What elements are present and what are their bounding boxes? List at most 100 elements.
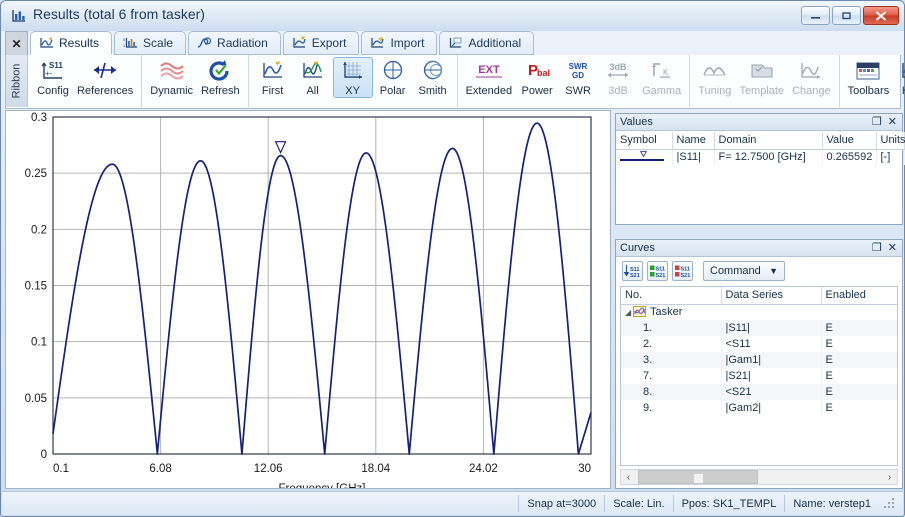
resize-grip[interactable] bbox=[883, 497, 897, 511]
expander-icon[interactable]: ◢ bbox=[625, 308, 633, 317]
table-row[interactable]: |S11| F= 12.7500 [GHz] 0.265592 [-] bbox=[616, 149, 905, 165]
svg-text:3dB: 3dB bbox=[610, 62, 628, 72]
curves-table-container[interactable]: No. Data Series Enabled ◢ Tasker 1. |S11| E 2… bbox=[620, 286, 898, 466]
curve-line-swatch bbox=[616, 149, 673, 165]
svg-text:EXT: EXT bbox=[478, 64, 500, 76]
table-row[interactable]: 7. |S21| E bbox=[621, 368, 897, 384]
results-chart-icon bbox=[39, 36, 54, 50]
scroll-track[interactable] bbox=[636, 470, 882, 484]
float-icon[interactable]: ❐ bbox=[872, 116, 882, 128]
values-panel-title-bar: Values ❐ ✕ bbox=[616, 114, 902, 131]
ribbon-group-plot-type: First All XY Polar Smith bbox=[249, 55, 458, 107]
svg-text:1: 1 bbox=[123, 43, 126, 48]
ribbon-button-polar[interactable]: Polar bbox=[373, 57, 413, 97]
curves-cell-no: 2. bbox=[621, 336, 722, 352]
ribbon-button-refresh[interactable]: Refresh bbox=[197, 57, 244, 97]
command-dropdown[interactable]: Command ▼ bbox=[703, 261, 785, 281]
ribbon-group-help: Toolbars ? Help bbox=[840, 55, 905, 107]
tab-export[interactable]: Export bbox=[282, 31, 360, 55]
svg-text:SWR: SWR bbox=[569, 62, 588, 71]
ribbon-button-config[interactable]: S11 +- Config bbox=[33, 57, 73, 97]
scroll-thumb[interactable] bbox=[638, 470, 758, 484]
curves-cell-series: |S21| bbox=[721, 368, 822, 384]
radiation-icon bbox=[197, 36, 212, 50]
tab-import[interactable]: Import bbox=[361, 31, 438, 55]
s11-s21-down-icon[interactable]: S11 S21 bbox=[622, 261, 643, 281]
svg-text:bal: bal bbox=[537, 68, 550, 78]
marker-triangle-shape[interactable] bbox=[274, 141, 287, 154]
ribbon-button-gamma[interactable]: K Gamma bbox=[638, 57, 685, 97]
tab-close-button[interactable]: ✕ bbox=[5, 31, 28, 55]
ribbon-button-first[interactable]: First bbox=[253, 57, 293, 97]
curves-cell-enabled: E bbox=[821, 384, 897, 400]
ribbon-tabs: Results 0 1 Scale Radiation Export Impor… bbox=[30, 31, 536, 55]
ribbon-button-toolbars[interactable]: Toolbars bbox=[844, 57, 894, 97]
first-curve-icon bbox=[261, 58, 285, 84]
chart-panel[interactable]: 0 0.05 0.1 0.15 0.2 0.25 0.3 0.1 6.08 12.06 18.04… bbox=[5, 110, 611, 489]
ribbon-button-extended[interactable]: EXT Extended bbox=[462, 57, 516, 97]
svg-text:K: K bbox=[663, 68, 669, 77]
tab-scale[interactable]: 0 1 Scale bbox=[114, 31, 187, 55]
ribbon-button-dynamic[interactable]: Dynamic bbox=[146, 57, 197, 97]
ribbon-button-label: First bbox=[261, 85, 284, 97]
status-ppos: Ppos: SK1_TEMPL bbox=[672, 495, 785, 512]
close-icon[interactable]: ✕ bbox=[888, 242, 897, 254]
ribbon-button-label: SWR bbox=[565, 85, 591, 97]
ribbon-button-swr[interactable]: SWR GD SWR bbox=[558, 57, 598, 97]
3db-icon: 3dB bbox=[603, 58, 633, 84]
scroll-right-arrow[interactable]: › bbox=[882, 472, 897, 483]
ribbon-button-template[interactable]: Template bbox=[735, 57, 788, 97]
ribbon-collapse-label[interactable]: Ribbon bbox=[6, 55, 28, 107]
ribbon-button-label: Refresh bbox=[201, 85, 240, 97]
tab-results[interactable]: Results bbox=[30, 31, 113, 55]
table-row[interactable]: 8. <S21 E bbox=[621, 384, 897, 400]
ribbon-button-change[interactable]: Change bbox=[788, 57, 835, 97]
scroll-left-arrow[interactable]: ‹ bbox=[621, 472, 636, 483]
ribbon-button-power[interactable]: P bal Power bbox=[516, 57, 558, 97]
curves-cell-series: <S11 bbox=[721, 336, 822, 352]
svg-text:S21: S21 bbox=[656, 272, 666, 278]
y-tick-label: 0 bbox=[41, 449, 47, 461]
curves-group-row[interactable]: ◢ Tasker bbox=[621, 304, 897, 320]
table-row[interactable]: 1. |S11| E bbox=[621, 320, 897, 336]
curves-cell-no: 8. bbox=[621, 384, 722, 400]
tab-additional[interactable]: Additional bbox=[439, 31, 535, 55]
values-col-value: Value bbox=[822, 132, 877, 150]
ribbon-button-label: Smith bbox=[418, 85, 447, 97]
ribbon-button-smith[interactable]: Smith bbox=[413, 57, 453, 97]
export-chart-icon bbox=[292, 36, 307, 50]
close-icon[interactable]: ✕ bbox=[888, 116, 897, 128]
swr-gd-icon: SWR GD bbox=[563, 58, 593, 84]
table-row[interactable]: 2. <S11 E bbox=[621, 336, 897, 352]
float-icon[interactable]: ❐ bbox=[872, 242, 882, 254]
tab-label: Additional bbox=[468, 36, 522, 50]
ribbon-button-3db[interactable]: 3dB 3dB bbox=[598, 57, 638, 97]
tab-radiation[interactable]: Radiation bbox=[188, 31, 281, 55]
curves-panel-tools: ❐ ✕ bbox=[872, 242, 902, 254]
minimize-button[interactable] bbox=[801, 6, 830, 25]
curves-horizontal-scrollbar[interactable]: ‹ › bbox=[620, 469, 898, 485]
xy-plot[interactable]: 0 0.05 0.1 0.15 0.2 0.25 0.3 0.1 6.08 12.06 18.04… bbox=[6, 111, 610, 488]
chevron-down-icon: ▼ bbox=[769, 266, 778, 276]
results-window: Results (total 6 from tasker) ✕ Results … bbox=[0, 0, 905, 517]
window-title: Results (total 6 from tasker) bbox=[33, 6, 205, 22]
close-button[interactable] bbox=[863, 6, 899, 25]
tab-label: Radiation bbox=[217, 36, 268, 50]
curves-table: No. Data Series Enabled ◢ Tasker 1. |S11| E 2… bbox=[621, 287, 897, 416]
ribbon-button-tuning[interactable]: Tuning bbox=[694, 57, 735, 97]
y-tick-label: 0.05 bbox=[25, 393, 47, 405]
table-row[interactable]: 3. |Gam1| E bbox=[621, 352, 897, 368]
ribbon-button-all[interactable]: All bbox=[293, 57, 333, 97]
ribbon-button-help[interactable]: ? Help bbox=[893, 57, 905, 97]
s11-s21-disable-icon[interactable]: S11 S21 bbox=[672, 261, 693, 281]
table-row[interactable]: 9. |Gam2| E bbox=[621, 400, 897, 416]
s11-s21-enable-icon[interactable]: S11 S21 bbox=[647, 261, 668, 281]
ribbon-label-text: Ribbon bbox=[10, 63, 23, 99]
curves-cell-enabled: E bbox=[821, 320, 897, 336]
maximize-button[interactable] bbox=[832, 6, 861, 25]
ribbon-button-xy[interactable]: XY bbox=[332, 57, 373, 98]
y-tick-label: 0.15 bbox=[25, 281, 47, 293]
x-tick-label: 24.02 bbox=[469, 463, 498, 475]
svg-text:S21: S21 bbox=[630, 273, 640, 279]
ribbon-button-references[interactable]: References bbox=[73, 57, 137, 97]
